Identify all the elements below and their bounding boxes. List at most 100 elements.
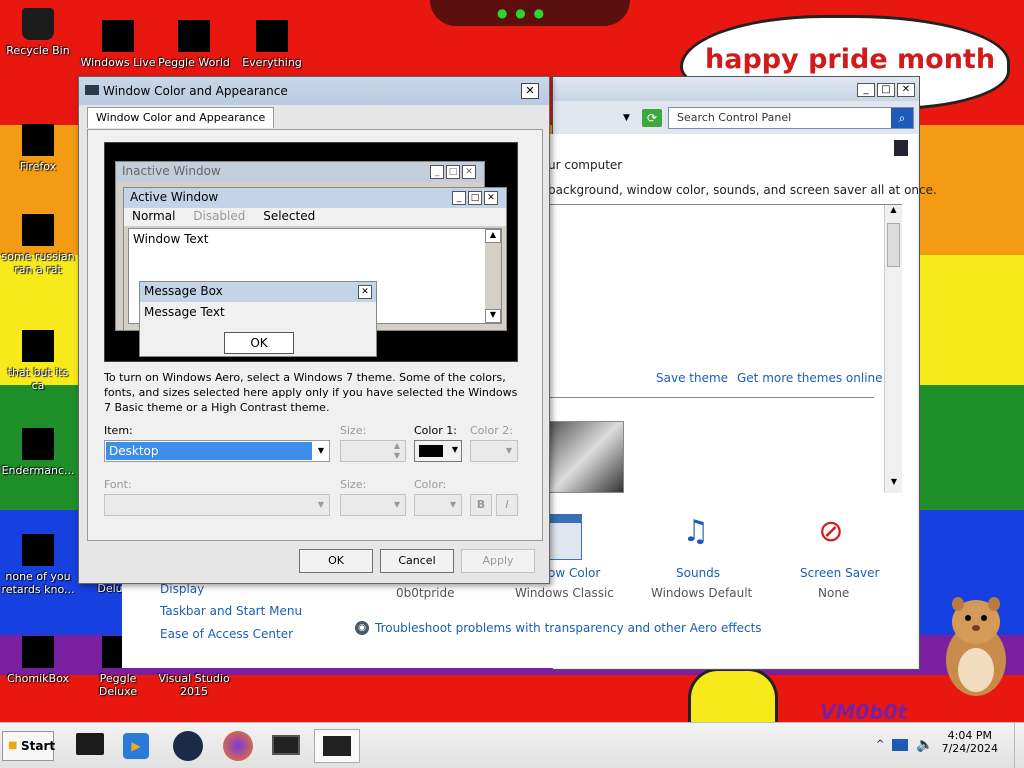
color1-swatch [419,445,443,457]
control-panel-titlebar[interactable]: _ □ ✕ [553,77,919,101]
close-button[interactable]: ✕ [897,83,915,97]
desktop-icon-none-of-you[interactable]: none of you retards kno... [0,534,76,596]
sounds-icon[interactable]: ♫ [672,514,720,560]
sounds-link[interactable]: Sounds [676,566,720,580]
preview-scrollbar[interactable]: ▲ ▼ [485,229,501,323]
minimize-icon: _ [430,165,444,179]
desktop-icon-recycle-bin[interactable]: Recycle Bin [0,8,76,57]
desktop-icon-russian-rat[interactable]: some russian ran a rat [0,214,76,276]
color1-picker[interactable]: ▼ [414,440,462,462]
search-input[interactable]: Search Control Panel ⌕ [668,107,914,129]
taskbar-app-3[interactable] [168,729,208,763]
sounds-value: Windows Default [651,586,753,600]
chevron-down-icon: ▼ [393,500,401,509]
taskbar-start-menu-link[interactable]: Taskbar and Start Menu [160,604,302,618]
wallpaper-shape [688,668,778,722]
troubleshoot-link[interactable]: Troubleshoot problems with transparency … [375,621,762,635]
preview-active-title: Active Window [130,190,219,204]
show-hidden-icons[interactable]: ^ [876,739,884,750]
themes-list[interactable]: ▲ ▼ Save theme Get more themes online [548,204,902,494]
apply-button[interactable]: Apply [461,549,535,573]
taskbar-app-1[interactable] [70,729,110,763]
aero-info-text: To turn on Windows Aero, select a Window… [104,371,518,414]
desktop-icon-label: Peggle World [158,56,230,69]
preview-menu-selected[interactable]: Selected [263,209,315,223]
size-label: Size: [340,424,367,437]
app-icon [22,330,54,362]
preview-inactive-title: Inactive Window [122,164,221,178]
maximize-button[interactable]: □ [877,83,895,97]
speech-bubble-text: happy pride month [705,44,996,75]
dialog-titlebar[interactable]: Window Color and Appearance ✕ [79,77,549,105]
desktop-icon-peggle-world[interactable]: Peggle World [156,20,232,69]
screen-saver-icon[interactable]: ⊘ [808,514,854,560]
network-icon[interactable] [892,739,908,751]
scroll-down-icon[interactable]: ▼ [885,477,903,493]
desktop-icon-that-but-its[interactable]: that but its ca [0,330,76,392]
screen-saver-link[interactable]: Screen Saver [800,566,879,580]
show-desktop-button[interactable] [1014,723,1024,768]
minimize-button[interactable]: _ [857,83,875,97]
desktop-icon-label: Firefox [19,160,57,173]
refresh-icon[interactable]: ⟳ [642,109,662,127]
start-button[interactable]: Start [2,731,55,761]
taskbar-app-active[interactable] [314,729,360,763]
italic-button[interactable]: I [496,494,518,516]
get-more-themes-link[interactable]: Get more themes online [737,371,883,385]
address-dropdown-arrow[interactable]: ▼ [623,113,630,123]
desktop-icon-label: none of you retards kno... [1,570,75,596]
taskbar: Start ▶ ^ 🔈 4:04 PM 7/24/2024 [0,722,1024,768]
window-color-icon[interactable] [548,514,582,560]
bold-button[interactable]: B [470,494,492,516]
size-spinner[interactable]: ▲ ▼ [340,440,406,462]
ease-of-access-link[interactable]: Ease of Access Center [160,627,293,641]
search-icon[interactable]: ⌕ [891,108,913,128]
preview-menu-normal[interactable]: Normal [132,209,175,223]
font-size-select[interactable]: ▼ [340,494,406,516]
theme-thumbnail[interactable] [548,421,624,493]
volume-icon[interactable]: 🔈 [916,737,933,753]
clock[interactable]: 4:04 PM 7/24/2024 [942,729,998,755]
clock-date: 7/24/2024 [941,742,998,755]
scroll-up-icon[interactable]: ▲ [885,205,902,221]
font-select[interactable]: ▼ [104,494,330,516]
ok-button[interactable]: OK [299,549,373,573]
font-color-label: Color: [414,478,447,491]
app-icon [22,428,54,460]
clock-time: 4:04 PM [947,729,992,742]
desktop-icon-firefox[interactable]: Firefox [0,124,76,173]
preview-ok-button[interactable]: OK [224,332,294,354]
appearance-preview[interactable]: Inactive Window _ □ ✕ Active Window _ □ … [104,142,518,362]
color2-label: Color 2: [470,424,513,437]
cancel-button[interactable]: Cancel [380,549,454,573]
taskbar-app-2[interactable]: ▶ [116,729,156,763]
taskbar-app-firefox[interactable] [218,729,258,763]
dialog-title: Window Color and Appearance [103,84,288,98]
wallpaper-dots: ● ● ● [497,6,547,20]
monitor-icon [272,735,300,755]
save-theme-link[interactable]: Save theme [656,371,728,385]
help-icon[interactable] [894,140,908,156]
color2-picker[interactable]: ▼ [470,440,518,462]
app-icon [22,214,54,246]
font-label: Font: [104,478,132,491]
scroll-thumb[interactable] [887,223,900,267]
display-link[interactable]: Display [160,582,204,596]
preview-menu-disabled[interactable]: Disabled [193,209,245,223]
window-color-link[interactable]: ow Color [548,566,600,580]
item-select[interactable]: Desktop ▼ [104,440,330,462]
globe-icon [173,731,203,761]
themes-scrollbar[interactable]: ▲ ▼ [884,205,902,493]
dialog-tabs: Window Color and Appearance [87,107,275,128]
dialog-close-button[interactable]: ✕ [521,83,539,99]
window-color-dialog[interactable]: Window Color and Appearance ✕ Window Col… [78,76,550,584]
tab-window-color[interactable]: Window Color and Appearance [87,107,275,128]
desktop-icon-chomikbox[interactable]: ChomikBox [0,636,76,685]
taskbar-app-5[interactable] [266,729,306,763]
chevron-down-icon: ▼ [449,500,457,509]
preview-message-box[interactable]: Message Box ✕ Message Text OK [139,281,377,357]
desktop-icon-everything[interactable]: Everything [234,20,310,69]
desktop-icon-endermanc[interactable]: Endermanc... [0,428,76,477]
font-color-picker[interactable]: ▼ [414,494,462,516]
desktop-icon-windows-live[interactable]: Windows Live [80,20,156,69]
